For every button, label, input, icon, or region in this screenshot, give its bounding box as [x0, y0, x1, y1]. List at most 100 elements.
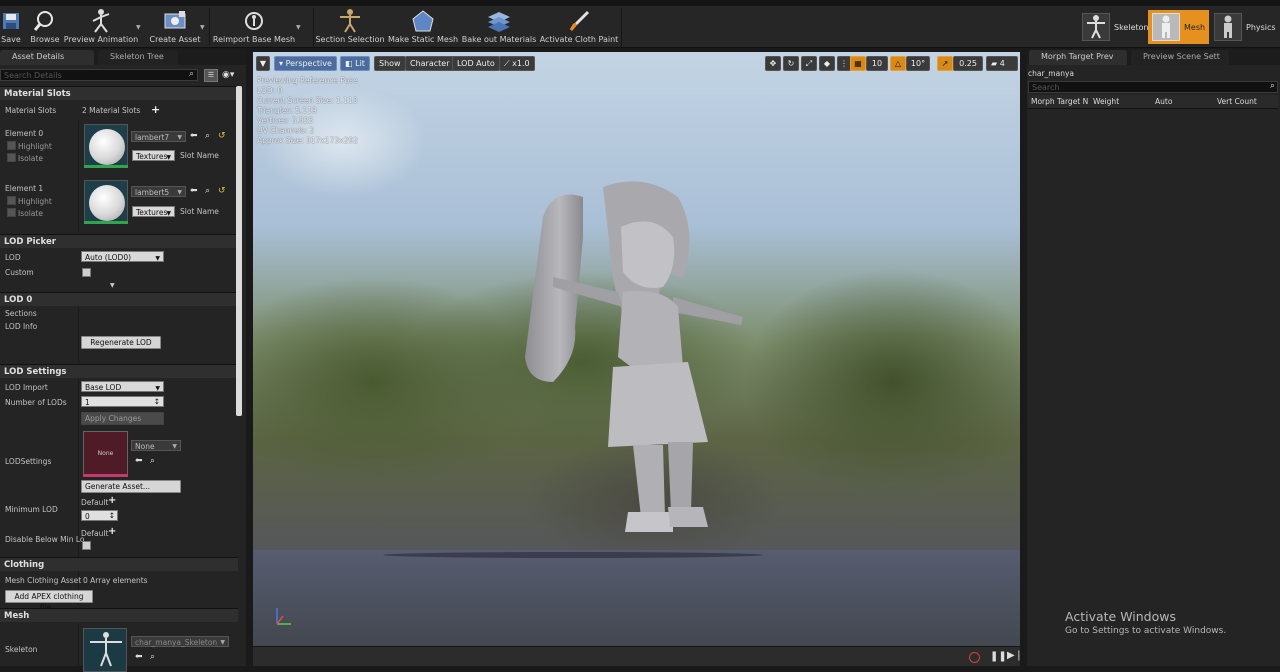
rotation-snap-value[interactable]: 10°	[906, 56, 930, 71]
tab-asset-details[interactable]: Asset Details	[0, 50, 94, 65]
chevron-down-icon: ▼	[220, 639, 225, 646]
arrow-left-icon[interactable]: ⬅	[135, 652, 143, 662]
grid-snap-icon[interactable]: ▦	[850, 56, 866, 71]
add-icon[interactable]: +	[151, 103, 160, 116]
preview-viewport[interactable]: ▼ ▾ Perspective ◧ Lit Show Character LOD…	[253, 52, 1020, 550]
search-icon[interactable]: ⌕	[150, 456, 155, 466]
chevron-down-icon[interactable]: ▼	[296, 24, 301, 31]
browse-button[interactable]: Browse	[28, 6, 62, 48]
perspective-button[interactable]: ▾ Perspective	[274, 56, 337, 71]
col-morph-target-name[interactable]: Morph Target N	[1031, 97, 1088, 109]
reset-icon[interactable]: ↺	[218, 131, 226, 141]
chevron-down-icon[interactable]: ▼	[136, 24, 141, 31]
physics-mode-button[interactable]: Physics	[1210, 10, 1280, 44]
grid-snap-value[interactable]: 10	[866, 56, 888, 71]
show-button[interactable]: Show	[374, 56, 406, 71]
search-details-input[interactable]: Search Details ⌕	[0, 69, 198, 81]
custom-checkbox[interactable]	[82, 268, 91, 277]
material-thumbnail[interactable]	[84, 180, 128, 224]
rotate-icon[interactable]: ↻	[783, 56, 799, 71]
highlight-checkbox[interactable]	[7, 196, 16, 205]
world-space-icon[interactable]: ◆	[819, 56, 835, 71]
isolate-checkbox[interactable]	[7, 153, 16, 162]
preview-animation-button[interactable]: Preview Animation	[64, 6, 138, 48]
expand-arrow-icon[interactable]: ▼	[110, 282, 115, 289]
viewport-options-button[interactable]: ▼	[256, 56, 270, 71]
lit-button[interactable]: ◧ Lit	[340, 56, 370, 71]
morph-search-input[interactable]: Search ⌕	[1028, 81, 1278, 93]
category-clothing[interactable]: Clothing	[0, 557, 238, 571]
apply-changes-button[interactable]: Apply Changes	[81, 412, 164, 425]
tab-morph-target-preview[interactable]: Morph Target Prev	[1029, 50, 1127, 65]
character-mesh	[525, 181, 743, 532]
lod-dropdown[interactable]: Auto (LOD0) ▼	[81, 251, 164, 262]
camera-speed-button[interactable]: ▰ 4	[986, 56, 1018, 71]
scale-snap-icon[interactable]: ↗	[937, 56, 953, 71]
make-static-mesh-button[interactable]: Make Static Mesh	[388, 6, 458, 48]
translate-icon[interactable]: ✥	[765, 56, 781, 71]
col-weight[interactable]: Weight	[1093, 97, 1119, 109]
number-of-lods-label: Number of LODs	[5, 398, 67, 407]
bake-out-materials-button[interactable]: Bake out Materials	[462, 6, 536, 48]
minimum-lod-input[interactable]: 0 ↕	[81, 510, 118, 521]
generate-asset-button[interactable]: Generate Asset...	[81, 480, 181, 493]
col-vert-count[interactable]: Vert Count	[1217, 97, 1257, 109]
regenerate-lod-button[interactable]: Regenerate LOD	[81, 336, 161, 349]
tab-skeleton-tree[interactable]: Skeleton Tree	[98, 50, 178, 65]
lod-import-dropdown[interactable]: Base LOD ▼	[81, 381, 164, 392]
textures-dropdown[interactable]: Textures ▼	[132, 150, 175, 161]
col-auto[interactable]: Auto	[1155, 97, 1172, 109]
record-icon[interactable]	[969, 652, 980, 663]
textures-dropdown[interactable]: Textures ▼	[132, 206, 175, 217]
reset-icon[interactable]: ↺	[218, 186, 226, 196]
skeleton-dropdown[interactable]: char_manya_Skeleton ▼	[131, 636, 229, 647]
save-button[interactable]: Save	[0, 6, 22, 48]
lodsettings-dropdown[interactable]: None ▼	[131, 440, 181, 451]
rotation-snap-icon[interactable]: △	[890, 56, 906, 71]
skeleton-mode-button[interactable]: Skeleton	[1078, 10, 1153, 44]
material-select[interactable]: lambert7 ▼	[131, 131, 186, 142]
arrow-left-icon[interactable]: ⬅	[190, 186, 198, 196]
category-lod-settings[interactable]: LOD Settings	[0, 364, 238, 378]
category-lod-0[interactable]: LOD 0	[0, 292, 238, 306]
scale-icon[interactable]: ⤢	[801, 56, 817, 71]
arrow-left-icon[interactable]: ⬅	[190, 131, 198, 141]
view-options-icon[interactable]: ☰	[204, 69, 218, 82]
add-icon[interactable]: +	[108, 526, 116, 537]
add-icon[interactable]: +	[108, 495, 116, 506]
scrollbar[interactable]	[236, 86, 242, 416]
tab-preview-scene-settings[interactable]: Preview Scene Sett	[1131, 50, 1229, 65]
search-icon[interactable]: ⌕	[205, 186, 210, 196]
section-selection-icon	[338, 9, 362, 33]
lod-auto-button[interactable]: LOD Auto	[452, 56, 500, 71]
disable-below-min-lod-checkbox[interactable]	[82, 541, 91, 550]
number-of-lods-input[interactable]: 1 ↕	[81, 396, 164, 407]
lod-label: LOD	[5, 253, 21, 262]
skeleton-thumbnail[interactable]	[83, 628, 127, 672]
material-select[interactable]: lambert5 ▼	[131, 186, 186, 197]
search-icon[interactable]: ⌕	[205, 131, 210, 141]
category-material-slots[interactable]: Material Slots	[0, 86, 238, 100]
reimport-base-mesh-button[interactable]: Reimport Base Mesh	[213, 6, 295, 48]
create-asset-button[interactable]: Create Asset	[150, 6, 201, 48]
lodsettings-thumbnail[interactable]: None	[83, 431, 128, 477]
chevron-down-icon[interactable]: ▼	[200, 24, 205, 31]
section-selection-button[interactable]: Section Selection	[315, 6, 385, 48]
arrow-left-icon[interactable]: ⬅	[135, 456, 143, 466]
character-button[interactable]: Character	[405, 56, 455, 71]
material-thumbnail[interactable]	[84, 124, 128, 168]
step-forward-icon[interactable]: ▶❘	[1007, 650, 1023, 661]
playback-speed-button[interactable]: ⟋ x1.0	[499, 56, 535, 71]
search-icon[interactable]: ⌕	[150, 652, 155, 662]
pause-icon[interactable]: ❚❚	[990, 651, 1007, 662]
highlight-checkbox[interactable]	[7, 141, 16, 150]
category-mesh[interactable]: Mesh	[0, 608, 238, 622]
category-lod-picker[interactable]: LOD Picker	[0, 234, 238, 248]
scale-snap-value[interactable]: 0.25	[953, 56, 983, 71]
mesh-mode-button[interactable]: Mesh	[1148, 10, 1210, 44]
eye-icon[interactable]: ◉▾	[222, 70, 234, 80]
add-apex-clothing-button[interactable]: Add APEX clothing file...	[5, 590, 93, 612]
surface-snap-icon[interactable]: ⋮	[837, 56, 851, 71]
activate-cloth-paint-button[interactable]: Activate Cloth Paint	[540, 6, 618, 48]
isolate-checkbox[interactable]	[7, 208, 16, 217]
